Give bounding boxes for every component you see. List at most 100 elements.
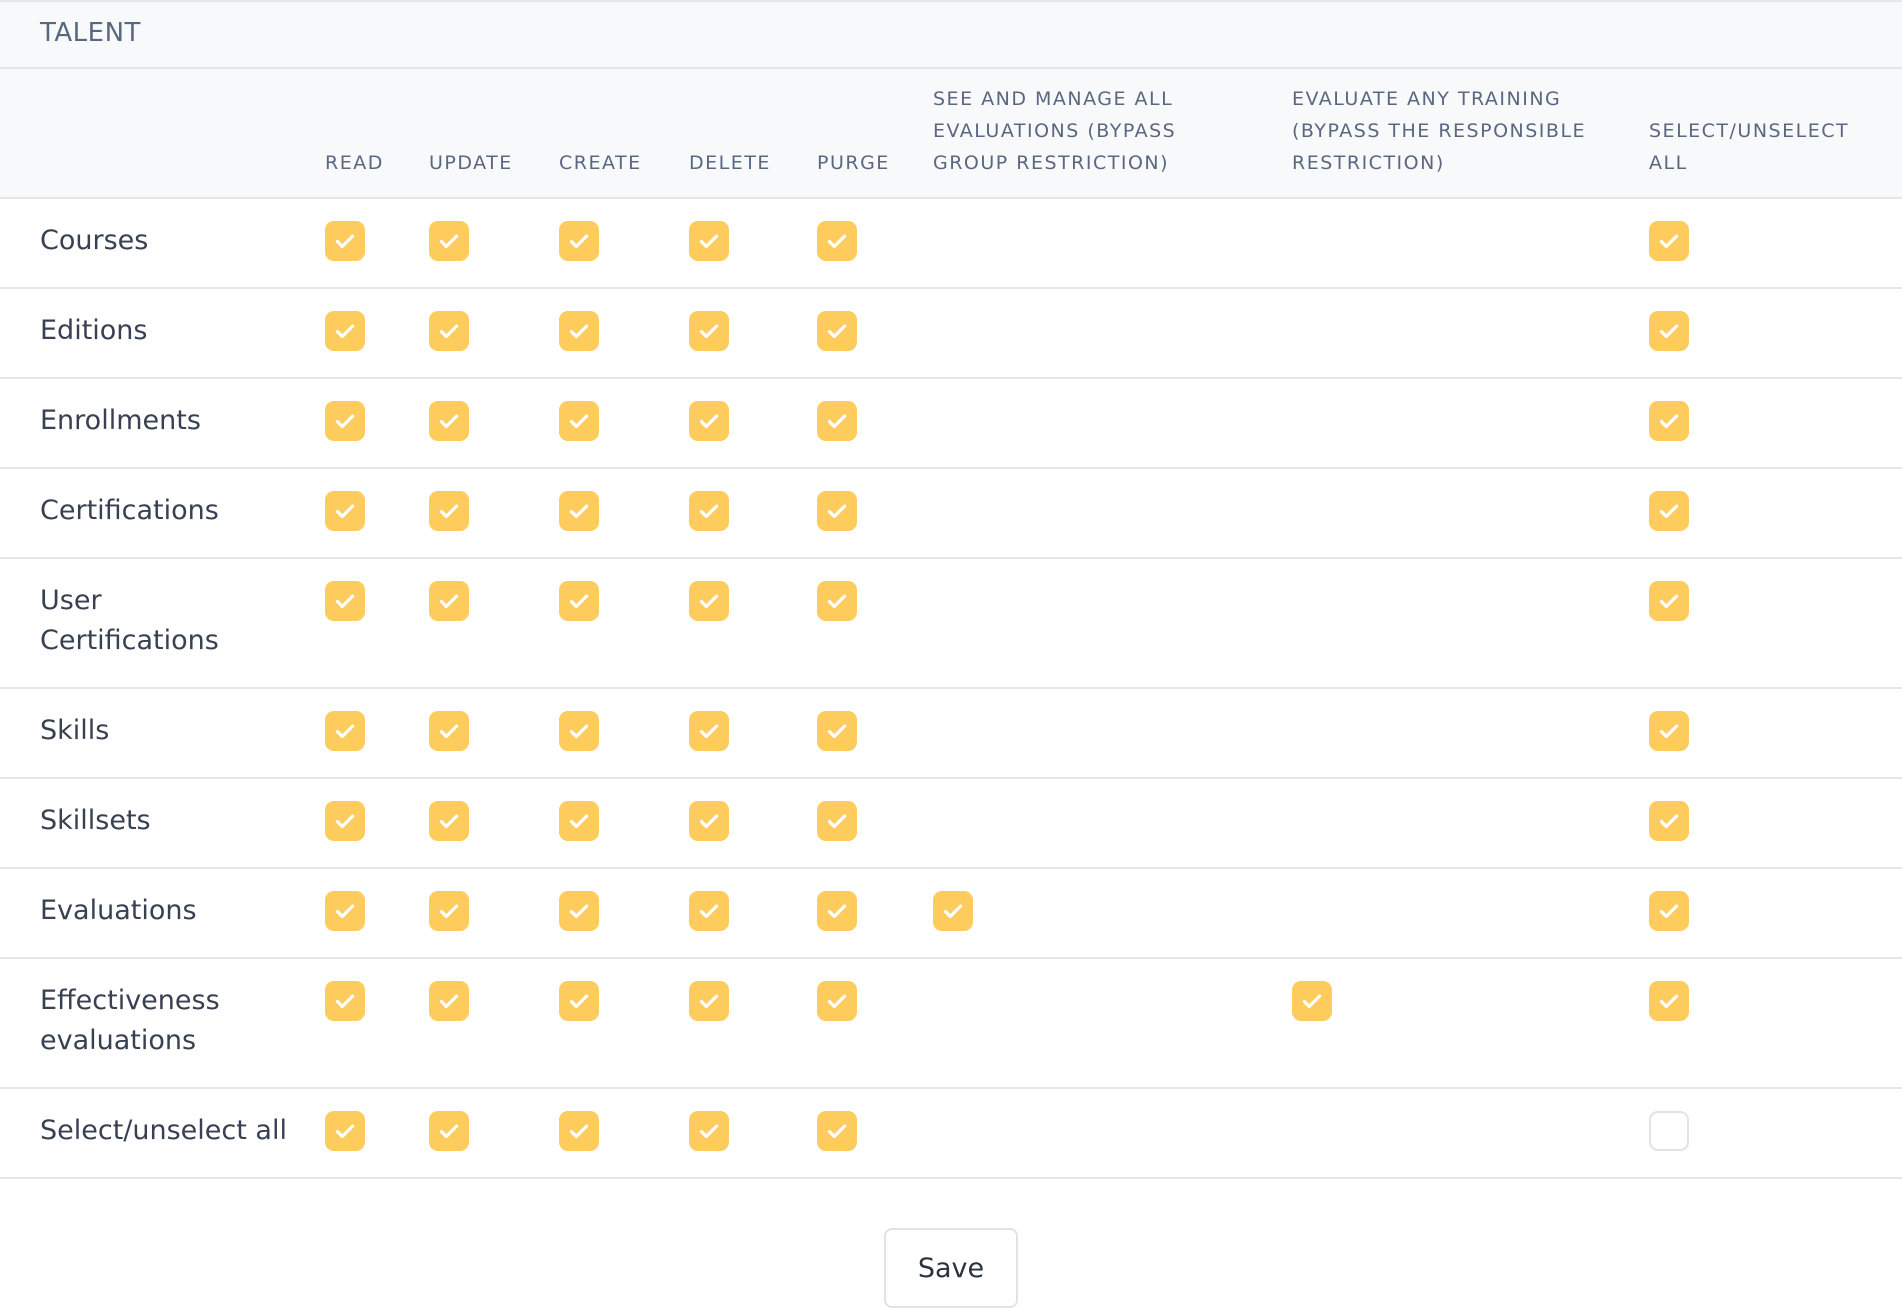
checkbox-select-all[interactable] [1649, 311, 1689, 351]
checkbox-delete[interactable] [689, 801, 729, 841]
checkbox-update[interactable] [429, 491, 469, 531]
row-label: User Certifications [40, 585, 219, 656]
checkbox-select-all[interactable] [1649, 1111, 1689, 1151]
checkbox-purge[interactable] [817, 221, 857, 261]
checkbox-purge[interactable] [817, 581, 857, 621]
table-row: Certifications [0, 469, 1902, 559]
checkbox-update[interactable] [429, 981, 469, 1021]
check-icon [696, 898, 722, 924]
check-icon [696, 1118, 722, 1144]
column-header-select-all: SELECT/UNSELECT ALL [1649, 120, 1850, 174]
checkbox-delete[interactable] [689, 711, 729, 751]
checkbox-create[interactable] [559, 981, 599, 1021]
checkbox-select-all[interactable] [1649, 711, 1689, 751]
row-label: Editions [40, 315, 148, 346]
checkbox-update[interactable] [429, 801, 469, 841]
checkbox-update[interactable] [429, 401, 469, 441]
checkbox-create[interactable] [559, 491, 599, 531]
check-icon [1299, 988, 1325, 1014]
table-row: Select/unselect all [0, 1089, 1902, 1179]
checkbox-select-all[interactable] [1649, 801, 1689, 841]
check-icon [436, 898, 462, 924]
check-icon [566, 1118, 592, 1144]
checkbox-delete[interactable] [689, 891, 729, 931]
save-button[interactable]: Save [884, 1228, 1018, 1308]
check-icon [566, 718, 592, 744]
checkbox-read[interactable] [325, 581, 365, 621]
checkbox-update[interactable] [429, 221, 469, 261]
check-icon [436, 498, 462, 524]
checkbox-read[interactable] [325, 491, 365, 531]
checkbox-select-all[interactable] [1649, 891, 1689, 931]
checkbox-read[interactable] [325, 981, 365, 1021]
column-header-delete: DELETE [689, 152, 771, 174]
column-header-evaluate-training: EVALUATE ANY TRAINING (BYPASS THE RESPON… [1292, 88, 1587, 174]
checkbox-read[interactable] [325, 221, 365, 261]
check-icon [332, 718, 358, 744]
check-icon [696, 988, 722, 1014]
checkbox-create[interactable] [559, 311, 599, 351]
check-icon [436, 988, 462, 1014]
checkbox-read[interactable] [325, 401, 365, 441]
checkbox-select-all[interactable] [1649, 221, 1689, 261]
checkbox-read[interactable] [325, 1111, 365, 1151]
checkbox-create[interactable] [559, 801, 599, 841]
checkbox-update[interactable] [429, 581, 469, 621]
checkbox-select-all[interactable] [1649, 401, 1689, 441]
checkbox-update[interactable] [429, 891, 469, 931]
column-header-create: CREATE [559, 152, 642, 174]
checkbox-select-all[interactable] [1649, 981, 1689, 1021]
check-icon [1656, 498, 1682, 524]
checkbox-create[interactable] [559, 711, 599, 751]
checkbox-purge[interactable] [817, 711, 857, 751]
checkbox-delete[interactable] [689, 221, 729, 261]
check-icon [824, 498, 850, 524]
checkbox-create[interactable] [559, 221, 599, 261]
row-label: Enrollments [40, 405, 201, 436]
check-icon [696, 718, 722, 744]
row-label: Select/unselect all [40, 1115, 287, 1146]
checkbox-update[interactable] [429, 311, 469, 351]
table-row: Evaluations [0, 869, 1902, 959]
table-row: Editions [0, 289, 1902, 379]
check-icon [1656, 588, 1682, 614]
table-row: Effectiveness evaluations [0, 959, 1902, 1089]
checkbox-purge[interactable] [817, 311, 857, 351]
checkbox-manage-evaluations[interactable] [933, 891, 973, 931]
checkbox-delete[interactable] [689, 981, 729, 1021]
check-icon [1656, 808, 1682, 834]
checkbox-select-all[interactable] [1649, 491, 1689, 531]
checkbox-purge[interactable] [817, 981, 857, 1021]
checkbox-create[interactable] [559, 581, 599, 621]
checkbox-update[interactable] [429, 711, 469, 751]
section-header: TALENT [0, 0, 1902, 69]
checkbox-purge[interactable] [817, 801, 857, 841]
checkbox-create[interactable] [559, 401, 599, 441]
checkbox-purge[interactable] [817, 491, 857, 531]
checkbox-delete[interactable] [689, 311, 729, 351]
check-icon [1656, 988, 1682, 1014]
check-icon [824, 718, 850, 744]
checkbox-create[interactable] [559, 1111, 599, 1151]
check-icon [566, 498, 592, 524]
checkbox-delete[interactable] [689, 401, 729, 441]
checkbox-update[interactable] [429, 1111, 469, 1151]
checkbox-evaluate-training[interactable] [1292, 981, 1332, 1021]
check-icon [1656, 898, 1682, 924]
checkbox-delete[interactable] [689, 1111, 729, 1151]
checkbox-delete[interactable] [689, 491, 729, 531]
checkbox-purge[interactable] [817, 1111, 857, 1151]
checkbox-select-all[interactable] [1649, 581, 1689, 621]
checkbox-read[interactable] [325, 891, 365, 931]
checkbox-purge[interactable] [817, 891, 857, 931]
check-icon [566, 318, 592, 344]
checkbox-delete[interactable] [689, 581, 729, 621]
checkbox-read[interactable] [325, 311, 365, 351]
checkbox-read[interactable] [325, 801, 365, 841]
checkbox-purge[interactable] [817, 401, 857, 441]
check-icon [940, 898, 966, 924]
checkbox-create[interactable] [559, 891, 599, 931]
table-row: Skillsets [0, 779, 1902, 869]
checkbox-read[interactable] [325, 711, 365, 751]
check-icon [332, 898, 358, 924]
